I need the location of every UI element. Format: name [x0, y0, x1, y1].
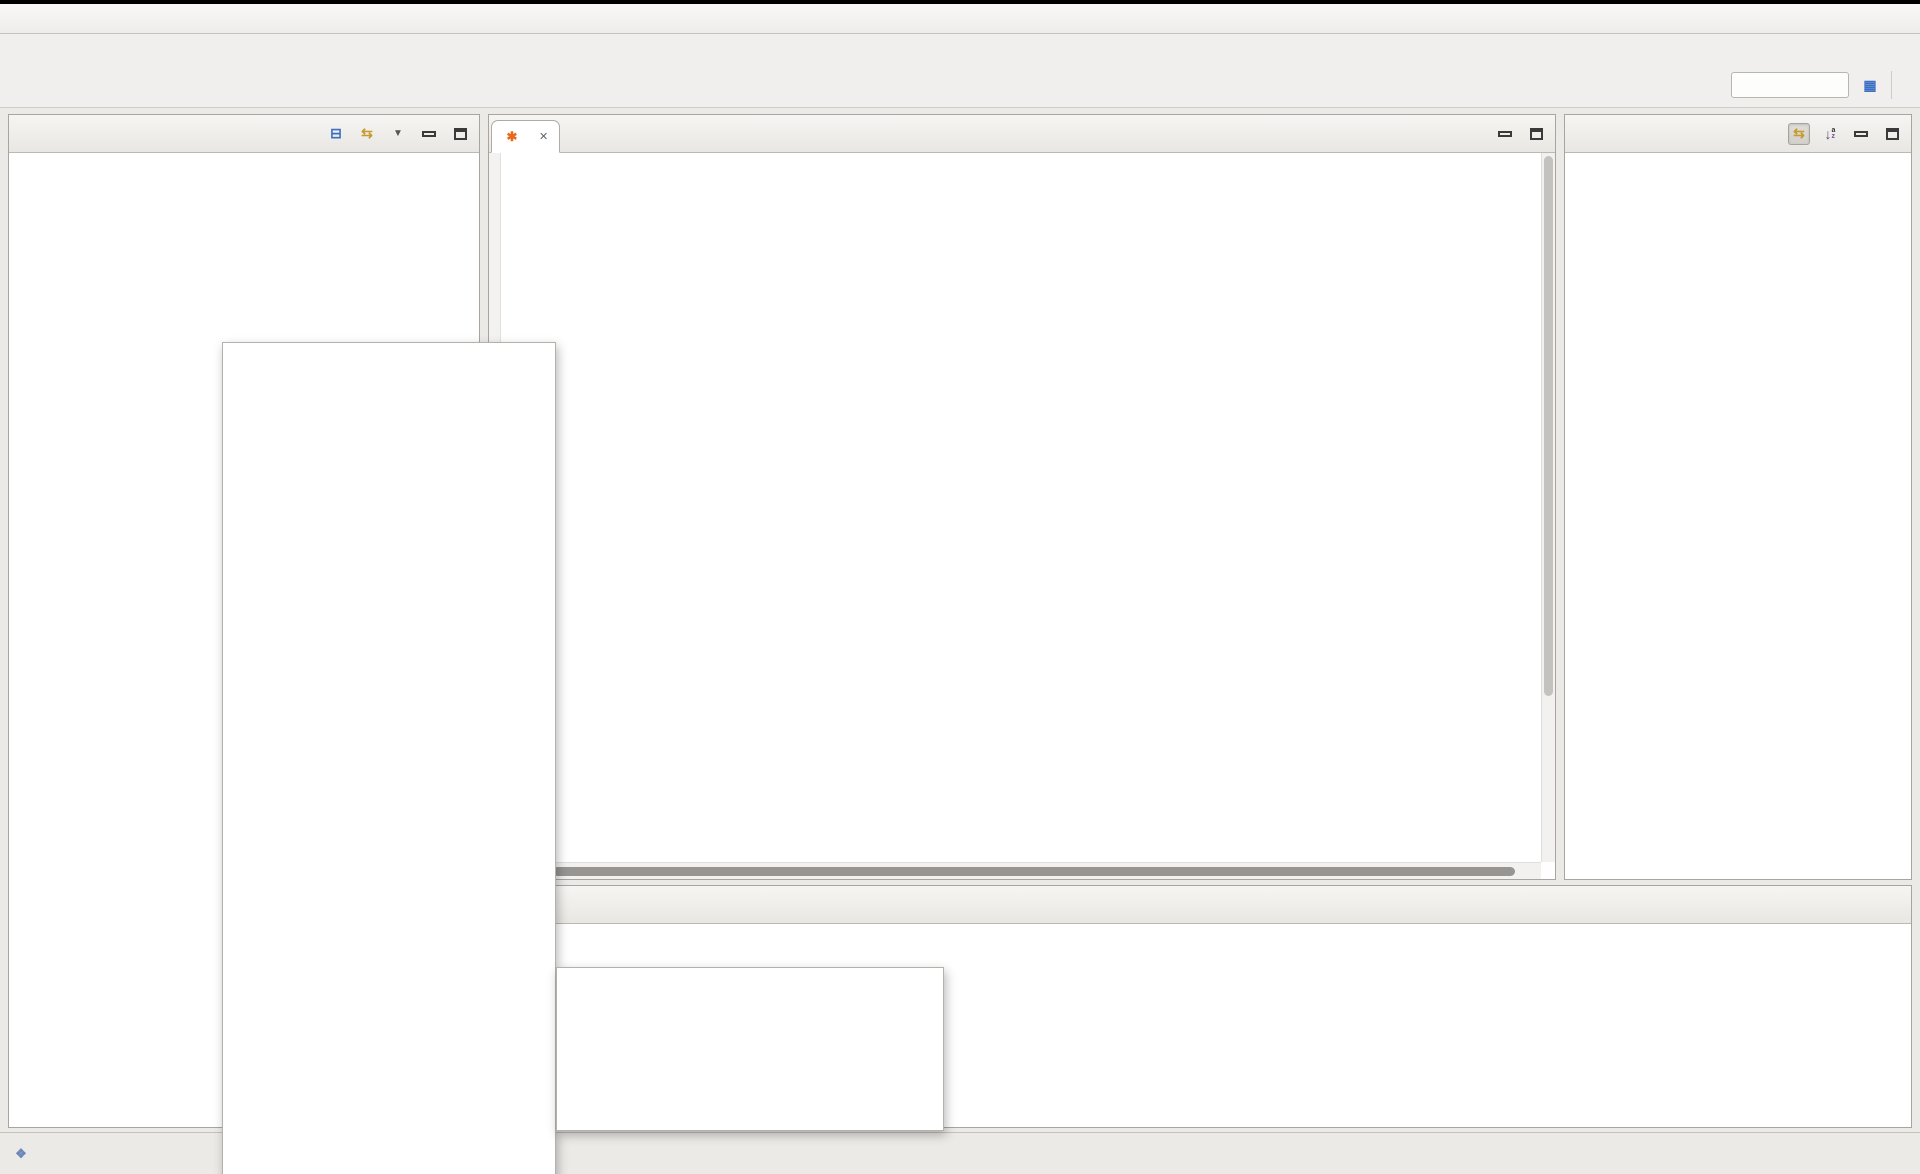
- minimize-icon: [422, 131, 436, 137]
- maximize-icon: [1886, 128, 1899, 140]
- sort-button[interactable]: ↓az: [1819, 123, 1841, 145]
- toolbar-divider: [1891, 71, 1892, 99]
- collapse-all-button[interactable]: ⊟: [325, 123, 347, 145]
- code-viewport: [489, 153, 1541, 862]
- gemoc-language-submenu: [556, 967, 944, 1131]
- outline-tree: [1565, 153, 1911, 879]
- gemoc-studio-window: { "colors":{"selection":"#4a90d9","keywo…: [0, 0, 1920, 1174]
- maximize-view-button[interactable]: [449, 123, 471, 145]
- editor-area: ✱ ✕: [488, 114, 1556, 880]
- melange-editor[interactable]: [489, 153, 1555, 879]
- horizontal-scroll-thumb[interactable]: [553, 867, 1515, 876]
- outline-view: ⇆ ↓az: [1564, 114, 1912, 880]
- editor-area-buttons: [1494, 115, 1551, 152]
- window-title: [0, 0, 1920, 34]
- open-perspective-button[interactable]: ▦: [1859, 74, 1881, 96]
- link-with-editor-button[interactable]: ⇆: [356, 123, 378, 145]
- project-explorer-tabstrip: ⊟ ⇆ ▼: [9, 115, 479, 153]
- project-explorer-toolbar: ⊟ ⇆ ▼: [325, 115, 475, 152]
- link-with-editor-button[interactable]: ⇆: [1788, 123, 1810, 145]
- editor-tab-main-melange[interactable]: ✱ ✕: [491, 120, 560, 153]
- minimize-view-button[interactable]: [1850, 123, 1872, 145]
- editor-horizontal-scrollbar[interactable]: [489, 862, 1541, 879]
- view-menu-button[interactable]: ▼: [387, 123, 409, 145]
- bottom-tabstrip: [489, 886, 1911, 924]
- plugin-icon: ❖: [12, 1146, 30, 1162]
- maximize-view-button[interactable]: [1881, 123, 1903, 145]
- project-context-menu: [222, 342, 556, 1174]
- vertical-scroll-thumb[interactable]: [1544, 156, 1553, 696]
- main-toolbar: ▦: [0, 63, 1920, 108]
- quick-access-input[interactable]: [1731, 72, 1849, 98]
- minimize-icon: [1498, 131, 1512, 137]
- toolbar-right: ▦: [1731, 71, 1912, 99]
- javadoc-toolbar: [1903, 886, 1907, 923]
- outline-tabstrip: ⇆ ↓az: [1565, 115, 1911, 153]
- menu-bar: [0, 34, 1920, 63]
- close-icon[interactable]: ✕: [539, 130, 548, 143]
- maximize-editor-button[interactable]: [1525, 123, 1547, 145]
- editor-tabstrip: ✱ ✕: [489, 115, 1555, 153]
- minimize-view-button[interactable]: [418, 123, 440, 145]
- outline-toolbar: ⇆ ↓az: [1788, 115, 1907, 152]
- maximize-icon: [454, 128, 467, 140]
- editor-vertical-scrollbar[interactable]: [1541, 153, 1555, 862]
- melange-icon: ✱: [503, 129, 521, 145]
- minimize-editor-button[interactable]: [1494, 123, 1516, 145]
- sort-az-icon: ↓az: [1825, 126, 1836, 142]
- maximize-icon: [1530, 128, 1543, 140]
- minimize-icon: [1854, 131, 1868, 137]
